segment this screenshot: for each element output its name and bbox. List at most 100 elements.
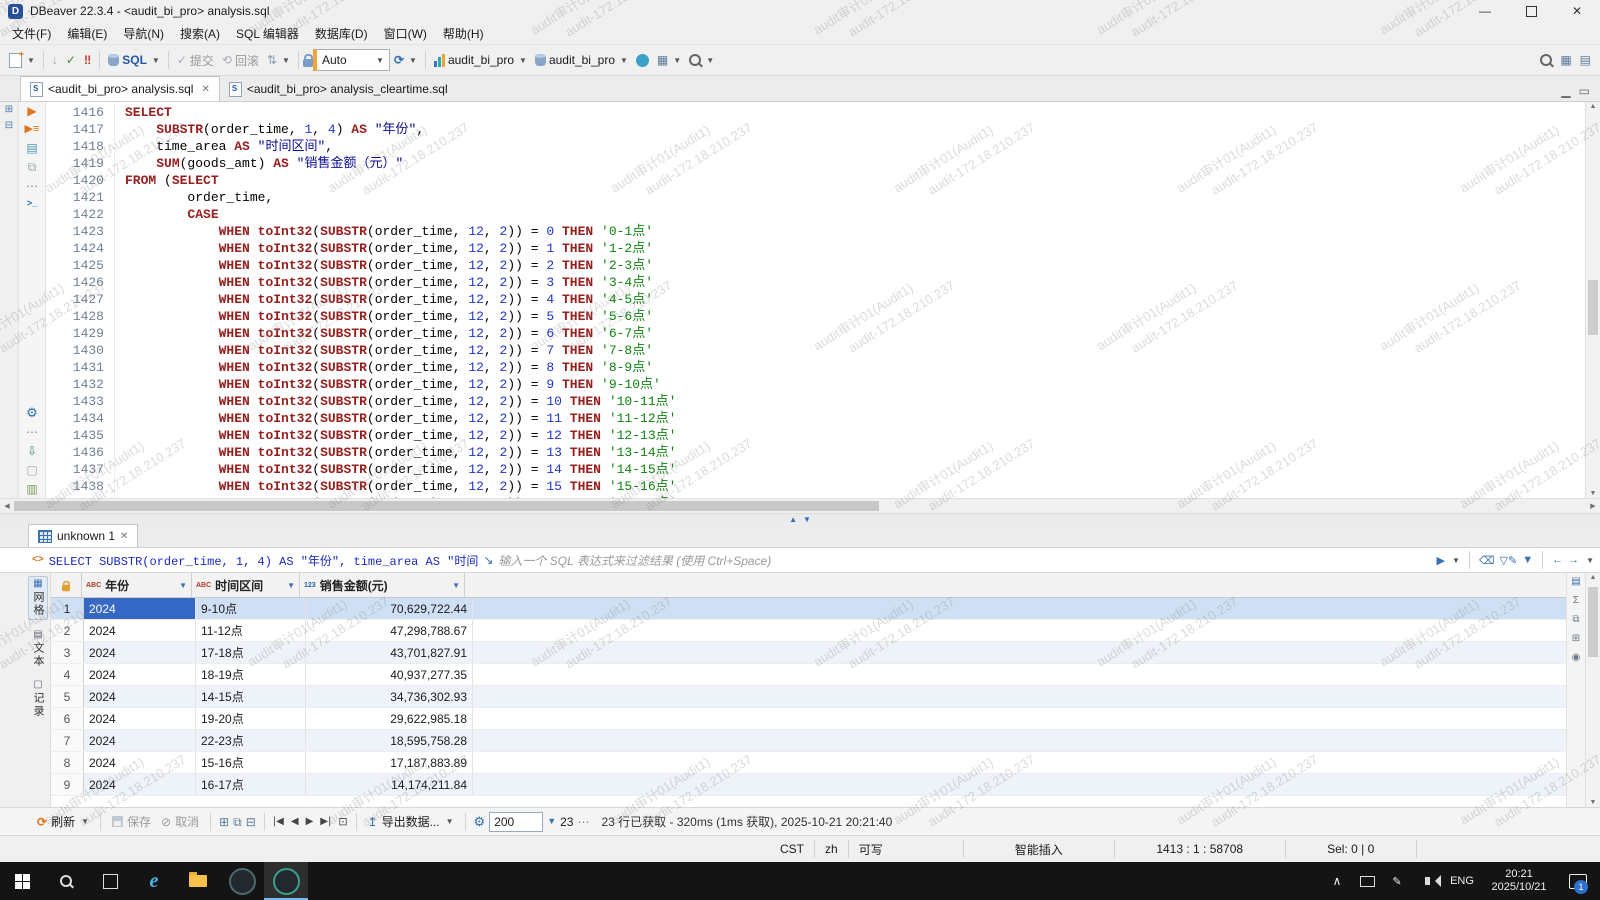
maximize-button[interactable]: [1508, 0, 1554, 22]
column-header-amount[interactable]: 123销售金额(元)▼: [300, 573, 465, 597]
history-back-icon[interactable]: ←: [1552, 554, 1563, 566]
menu-edit[interactable]: 编辑(E): [59, 22, 115, 44]
overflow-icon[interactable]: ⋯: [577, 816, 589, 828]
toolbar-search-button[interactable]: ▼: [685, 48, 718, 72]
execute-statement-icon[interactable]: ▶: [27, 105, 36, 117]
grid-cell[interactable]: 16-17点: [196, 774, 306, 795]
task-view-button[interactable]: [88, 862, 132, 900]
restore-projects-icon[interactable]: ⊟: [5, 121, 13, 131]
expand-filter-icon[interactable]: ↘: [483, 554, 493, 566]
row-number-cell[interactable]: 3: [51, 642, 84, 663]
tray-expand-button[interactable]: ∧: [1322, 862, 1352, 900]
app-button-1[interactable]: [220, 862, 264, 900]
internet-explorer-button[interactable]: e: [132, 862, 176, 900]
sash-up-icon[interactable]: ▲: [789, 515, 797, 524]
value-viewer-icon[interactable]: ▤: [1571, 577, 1580, 587]
table-row[interactable]: 2202411-12点47,298,788.67: [51, 620, 1566, 642]
editor-vertical-scrollbar[interactable]: ▲ ▼: [1585, 102, 1600, 498]
commit-button[interactable]: ✓提交: [173, 48, 218, 72]
scroll-up-icon[interactable]: ▲: [1586, 103, 1600, 110]
row-number-cell[interactable]: 8: [51, 752, 84, 773]
code-lines[interactable]: SELECT SUBSTR(order_time, 1, 4) AS "年份",…: [115, 102, 1585, 498]
quick-search-button[interactable]: [1536, 48, 1556, 72]
tray-volume-button[interactable]: [1412, 862, 1442, 900]
references-icon[interactable]: ⧉: [1572, 615, 1579, 625]
grid-cell[interactable]: 34,736,302.93: [306, 686, 473, 707]
terminal-icon[interactable]: >_: [27, 199, 37, 208]
rollback-button[interactable]: ⟲回滚: [218, 48, 263, 72]
grid-cell[interactable]: 40,937,277.35: [306, 664, 473, 685]
export-result-icon[interactable]: ⇩: [27, 445, 37, 457]
filter-input[interactable]: 输入一个 SQL 表达式来过滤结果 (使用 Ctrl+Space): [498, 552, 1431, 569]
input-language-button[interactable]: ENG: [1442, 862, 1482, 900]
validate-button[interactable]: ✓: [62, 48, 80, 72]
metadata-icon[interactable]: ⊞: [1572, 634, 1580, 644]
grid-cell[interactable]: 2024: [84, 642, 196, 663]
clear-filter-icon[interactable]: ⌫: [1479, 554, 1495, 567]
scrollbar-thumb[interactable]: [1588, 280, 1598, 335]
row-number-cell[interactable]: 1: [51, 598, 84, 619]
edit-filter-icon[interactable]: ▽✎: [1500, 554, 1518, 567]
gear-icon[interactable]: ⚙: [26, 406, 38, 419]
row-number-cell[interactable]: 6: [51, 708, 84, 729]
tray-display-button[interactable]: [1352, 862, 1382, 900]
fetch-size-input[interactable]: 200: [489, 812, 543, 832]
row-number-cell[interactable]: 2: [51, 620, 84, 641]
row-number-cell[interactable]: 9: [51, 774, 84, 795]
grid-cell[interactable]: 29,622,985.18: [306, 708, 473, 729]
grid-cell[interactable]: 17,187,883.89: [306, 752, 473, 773]
menu-sql-editor[interactable]: SQL 编辑器: [228, 22, 307, 44]
connection-selector[interactable]: audit_bi_pro▼: [430, 48, 531, 72]
grid-cell[interactable]: 18,595,758.28: [306, 730, 473, 751]
sql-dialect-button[interactable]: SQL▼: [104, 48, 164, 72]
auto-commit-combo[interactable]: Auto▼: [313, 49, 390, 71]
taskbar-clock[interactable]: 20:21 2025/10/21: [1482, 862, 1556, 900]
first-row-icon[interactable]: |◀: [273, 816, 284, 827]
grid-cell[interactable]: 47,298,788.67: [306, 620, 473, 641]
grid-cell[interactable]: 2024: [84, 686, 196, 707]
column-dropdown-icon[interactable]: ▼: [452, 581, 460, 590]
menu-database[interactable]: 数据库(D): [307, 22, 376, 44]
explain-plan-icon[interactable]: ▤: [26, 142, 37, 154]
presentation-grid-tab[interactable]: ▦ 网格: [28, 576, 48, 620]
row-number-cell[interactable]: 7: [51, 730, 84, 751]
history-forward-icon[interactable]: →: [1568, 554, 1579, 566]
table-row[interactable]: 8202415-16点17,187,883.89: [51, 752, 1566, 774]
next-row-icon[interactable]: ▶: [306, 816, 314, 827]
new-sql-editor-button[interactable]: ▼: [5, 48, 39, 72]
close-button[interactable]: ✕: [1554, 0, 1600, 22]
focus-row-icon[interactable]: ⊡: [338, 815, 347, 828]
cursor-position[interactable]: 1413 : 1 : 58708: [1114, 840, 1285, 858]
fetch-button[interactable]: ↓: [48, 48, 62, 72]
scrollbar-thumb[interactable]: [1588, 587, 1598, 657]
filter-dropdown-icon[interactable]: ▼: [1452, 556, 1460, 565]
save-filter-icon[interactable]: ▼: [1522, 554, 1533, 566]
grid-cell[interactable]: 2024: [84, 598, 196, 619]
grid-cell[interactable]: 22-23点: [196, 730, 306, 751]
filter-query-text[interactable]: SELECT SUBSTR(order_time, 1, 4) AS "年份",…: [49, 552, 479, 569]
grid-cell[interactable]: 2024: [84, 730, 196, 751]
add-row-icon[interactable]: ⊞: [219, 816, 229, 828]
scroll-right-icon[interactable]: ▶: [1586, 502, 1600, 510]
grid-cell[interactable]: 15-16点: [196, 752, 306, 773]
tab-analysis-sql[interactable]: <audit_bi_pro> analysis.sql ✕: [20, 76, 220, 101]
tab-analysis-cleartime-sql[interactable]: <audit_bi_pro> analysis_cleartime.sql: [220, 77, 457, 101]
copy-icon[interactable]: ⧉: [28, 161, 37, 173]
restore-navigator-icon[interactable]: ⊞: [5, 105, 13, 115]
presentation-record-tab[interactable]: ▢ 记录: [29, 678, 47, 720]
table-row[interactable]: 3202417-18点43,701,827.91: [51, 642, 1566, 664]
grid-cell[interactable]: 18-19点: [196, 664, 306, 685]
schema-selector[interactable]: audit_bi_pro▼: [531, 48, 632, 72]
table-row[interactable]: 4202418-19点40,937,277.35: [51, 664, 1566, 686]
scroll-down-icon[interactable]: ▼: [1586, 490, 1600, 497]
scrollbar-thumb[interactable]: [14, 501, 879, 511]
report-icon[interactable]: ▥: [26, 483, 37, 495]
previous-row-icon[interactable]: ◀: [291, 816, 299, 827]
file-explorer-button[interactable]: [176, 862, 220, 900]
grid-cell[interactable]: 9-10点: [196, 598, 306, 619]
apply-filter-icon[interactable]: ▶: [1437, 554, 1445, 567]
grid-cell[interactable]: 14,174,211.84: [306, 774, 473, 795]
file-output-icon[interactable]: ▢: [26, 464, 37, 476]
table-row[interactable]: 5202414-15点34,736,302.93: [51, 686, 1566, 708]
close-tab-icon[interactable]: ✕: [201, 84, 209, 95]
